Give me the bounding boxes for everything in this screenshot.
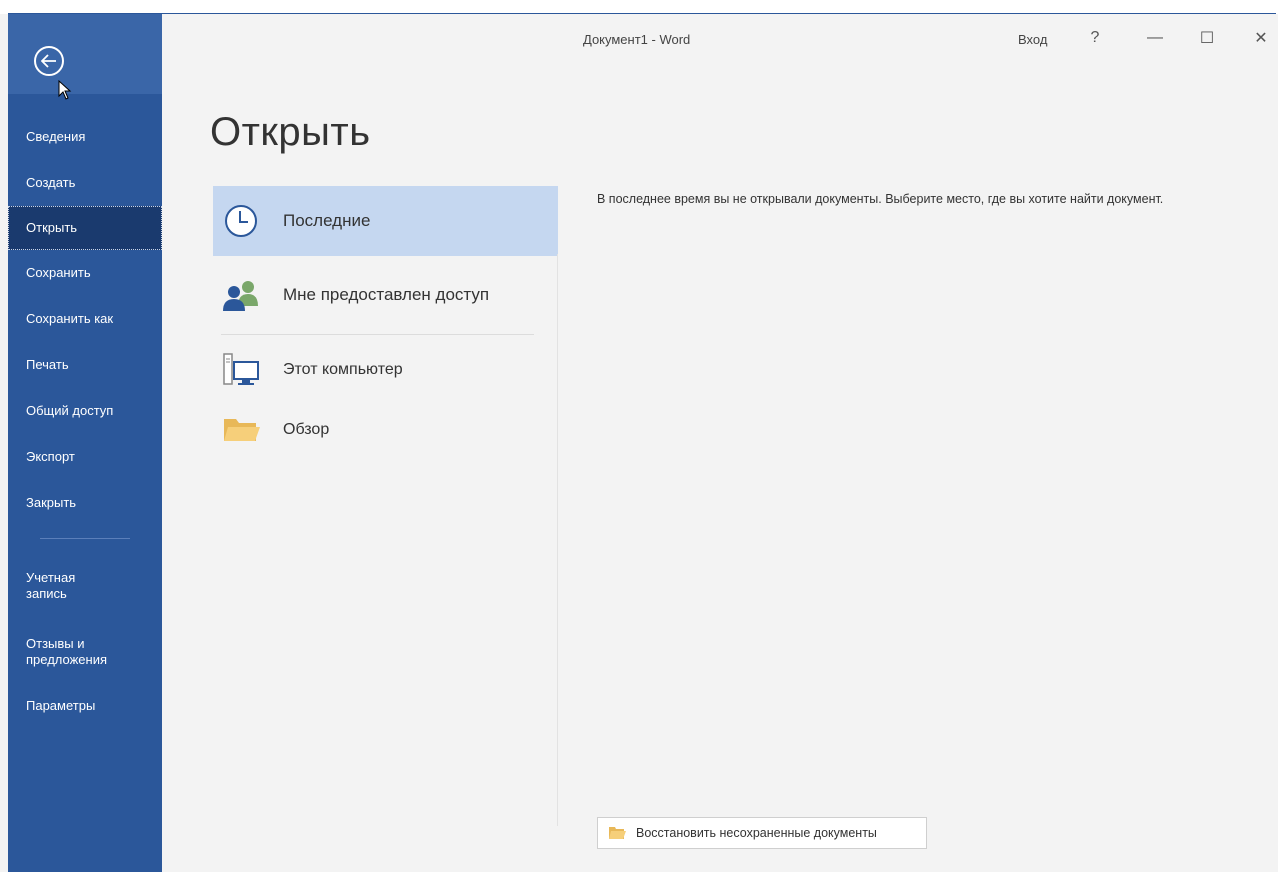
locations-list: Последние Мне предоставлен доступ Этот к… [213, 186, 558, 459]
nav-item-account[interactable]: Учетная запись [8, 561, 118, 611]
backstage-nav: Сведения Создать Открыть Сохранить Сохра… [8, 14, 162, 872]
location-recent[interactable]: Последние [213, 186, 558, 256]
signin-link[interactable]: Вход [1018, 32, 1047, 47]
nav-header [8, 14, 162, 100]
maximize-button[interactable]: ☐ [1192, 26, 1222, 50]
back-button[interactable] [34, 46, 64, 76]
nav-item-close[interactable]: Закрыть [8, 480, 162, 526]
window-title: Документ1 - Word [583, 32, 691, 47]
close-window-button[interactable]: ✕ [1246, 26, 1276, 50]
clock-icon [221, 201, 261, 241]
recover-unsaved-button[interactable]: Восстановить несохраненные документы [597, 817, 927, 849]
nav-item-new[interactable]: Создать [8, 160, 162, 206]
mouse-cursor-icon [58, 80, 72, 100]
location-shared-with-me[interactable]: Мне предоставлен доступ [213, 256, 558, 334]
nav-list: Сведения Создать Открыть Сохранить Сохра… [8, 114, 162, 729]
nav-item-print[interactable]: Печать [8, 342, 162, 388]
nav-item-share[interactable]: Общий доступ [8, 388, 162, 434]
folder-icon [221, 410, 261, 450]
nav-item-save[interactable]: Сохранить [8, 250, 162, 296]
minimize-button[interactable]: — [1140, 26, 1170, 50]
people-icon [221, 275, 261, 315]
nav-item-info[interactable]: Сведения [8, 114, 162, 160]
help-button[interactable]: ? [1080, 26, 1110, 50]
nav-item-options[interactable]: Параметры [8, 683, 162, 729]
location-browse[interactable]: Обзор [213, 401, 558, 459]
nav-item-save-as[interactable]: Сохранить как [8, 296, 162, 342]
arrow-left-icon [41, 54, 56, 68]
page-title: Открыть [210, 110, 371, 154]
window-top-border [0, 0, 1278, 14]
empty-recent-message: В последнее время вы не открывали докуме… [597, 192, 1164, 206]
computer-icon [221, 350, 261, 390]
nav-item-export[interactable]: Экспорт [8, 434, 162, 480]
nav-item-feedback[interactable]: Отзывы и предложения [8, 627, 138, 677]
location-this-pc[interactable]: Этот компьютер [213, 335, 558, 401]
column-divider [557, 254, 558, 826]
nav-item-open[interactable]: Открыть [8, 206, 162, 250]
folder-icon [608, 825, 628, 841]
